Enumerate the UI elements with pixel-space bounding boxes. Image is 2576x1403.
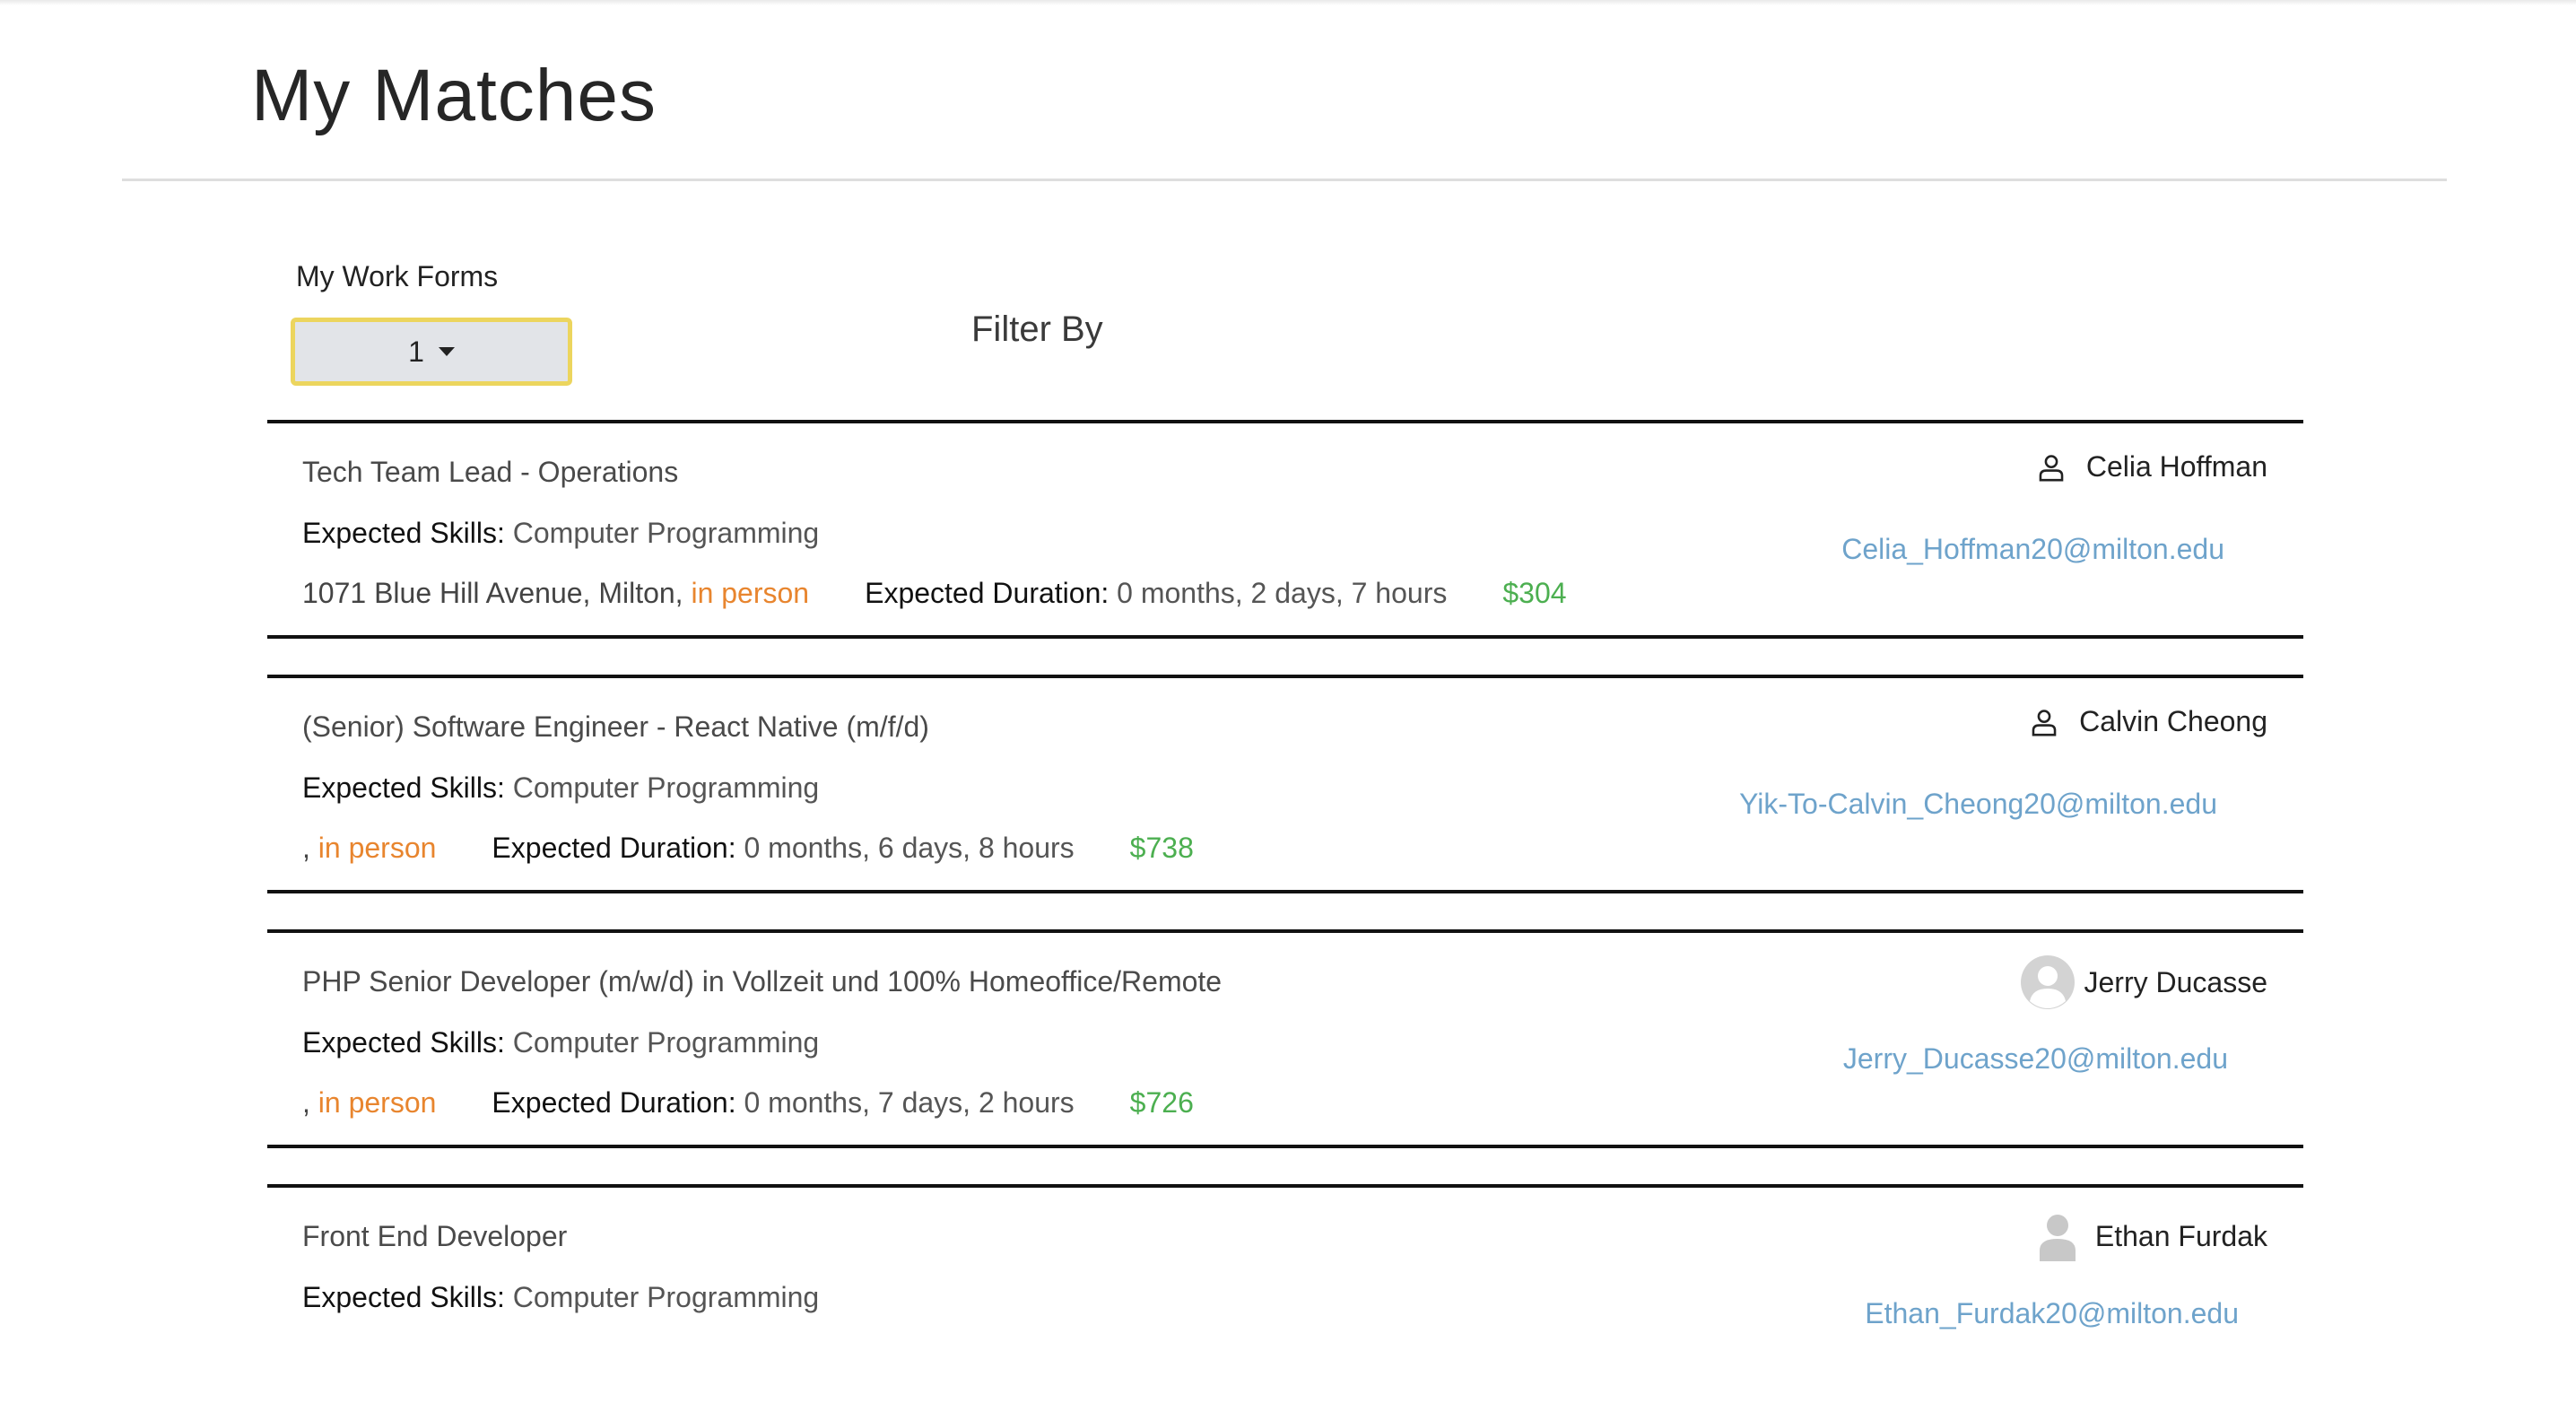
person-name: Celia Hoffman	[2085, 450, 2267, 483]
skills-value: Computer Programming	[512, 517, 820, 549]
skills-label: Expected Skills:	[302, 1281, 505, 1313]
pay-amount: $304	[1502, 577, 1567, 609]
job-details: , in person Expected Duration: 0 months,…	[302, 832, 1194, 865]
avatar-silhouette-icon	[2039, 1215, 2076, 1261]
job-details: 1071 Blue Hill Avenue, Milton, in person…	[302, 577, 1567, 610]
job-title: (Senior) Software Engineer - React Nativ…	[302, 710, 929, 743]
caret-down-icon	[438, 347, 455, 356]
person: Jerry Ducasse	[2020, 954, 2268, 1010]
pay-amount: $726	[1129, 1086, 1194, 1119]
filter-by-label: Filter By	[971, 309, 1103, 349]
match-card[interactable]: Tech Team Lead - Operations Expected Ski…	[267, 420, 2303, 639]
expected-duration: Expected Duration: 0 months, 2 days, 7 h…	[865, 577, 1447, 610]
pay-amount: $738	[1129, 832, 1194, 864]
expected-skills: Expected Skills: Computer Programming	[302, 1281, 819, 1314]
duration-label: Expected Duration:	[865, 577, 1110, 609]
user-outline-icon	[2032, 709, 2057, 736]
expected-skills: Expected Skills: Computer Programming	[302, 1026, 819, 1059]
job-title: Tech Team Lead - Operations	[302, 456, 679, 488]
job-details: , in person Expected Duration: 0 months,…	[302, 1086, 1194, 1120]
expected-skills: Expected Skills: Computer Programming	[302, 517, 819, 550]
duration-value: 0 months, 2 days, 7 hours	[1117, 577, 1448, 609]
email-link[interactable]: Celia_Hoffman20@milton.edu	[1841, 533, 2224, 566]
work-mode: in person	[318, 1086, 437, 1119]
duration-value: 0 months, 7 days, 2 hours	[744, 1086, 1075, 1119]
job-address: 1071 Blue Hill Avenue, Milton,	[302, 577, 692, 609]
match-card[interactable]: (Senior) Software Engineer - React Nativ…	[267, 675, 2303, 893]
top-shadow	[0, 0, 2576, 5]
work-mode: in person	[691, 577, 810, 609]
skills-label: Expected Skills:	[302, 1026, 505, 1059]
email-link[interactable]: Yik-To-Calvin_Cheong20@milton.edu	[1739, 788, 2217, 821]
expected-duration: Expected Duration: 0 months, 6 days, 8 h…	[492, 832, 1074, 865]
work-forms-label: My Work Forms	[296, 260, 499, 292]
match-card[interactable]: PHP Senior Developer (m/w/d) in Vollzeit…	[267, 929, 2303, 1148]
email-link[interactable]: Jerry_Ducasse20@milton.edu	[1843, 1042, 2228, 1076]
person: Calvin Cheong	[2029, 705, 2267, 738]
skills-label: Expected Skills:	[302, 517, 505, 549]
duration-label: Expected Duration:	[492, 1086, 736, 1119]
match-card[interactable]: Front End Developer Expected Skills: Com…	[267, 1184, 2303, 1403]
expected-skills: Expected Skills: Computer Programming	[302, 771, 819, 805]
expected-duration: Expected Duration: 0 months, 7 days, 2 h…	[492, 1086, 1074, 1120]
duration-value: 0 months, 6 days, 8 hours	[744, 832, 1075, 864]
person: Ethan Furdak	[2036, 1211, 2267, 1261]
work-forms-dropdown[interactable]: 1	[291, 318, 572, 386]
skills-value: Computer Programming	[512, 771, 820, 804]
email-link[interactable]: Ethan_Furdak20@milton.edu	[1865, 1297, 2239, 1330]
avatar-placeholder-icon	[2020, 955, 2075, 1009]
duration-label: Expected Duration:	[492, 832, 736, 864]
job-address: ,	[302, 1086, 318, 1119]
person: Celia Hoffman	[2036, 450, 2267, 484]
person-name: Calvin Cheong	[2079, 705, 2267, 737]
skills-value: Computer Programming	[512, 1026, 820, 1059]
title-divider	[122, 179, 2447, 181]
job-title: Front End Developer	[302, 1220, 568, 1252]
person-name: Jerry Ducasse	[2084, 965, 2268, 998]
user-outline-icon	[2039, 454, 2064, 481]
work-mode: in person	[318, 832, 437, 864]
job-address: ,	[302, 832, 318, 864]
job-title: PHP Senior Developer (m/w/d) in Vollzeit…	[302, 965, 1223, 998]
work-forms-selected-value: 1	[408, 335, 424, 368]
skills-value: Computer Programming	[512, 1281, 820, 1313]
person-name: Ethan Furdak	[2094, 1219, 2267, 1252]
skills-label: Expected Skills:	[302, 771, 505, 804]
page-title: My Matches	[251, 55, 657, 136]
